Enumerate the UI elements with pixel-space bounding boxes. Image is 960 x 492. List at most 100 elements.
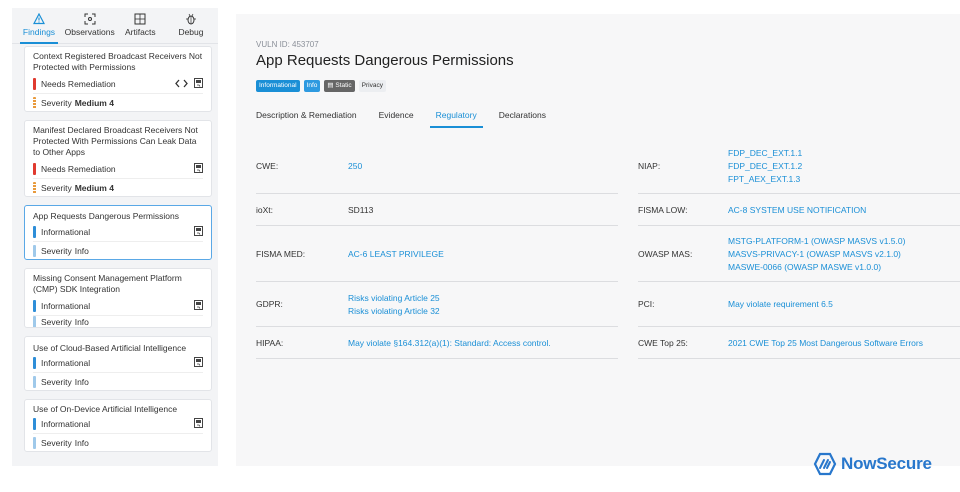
regulatory-values: 250 xyxy=(348,161,362,171)
finding-detail-panel: VULN ID: 453707 App Requests Dangerous P… xyxy=(236,14,960,466)
nowsecure-logo: NowSecure xyxy=(813,452,932,476)
nowsecure-logo-icon xyxy=(813,452,837,476)
regulatory-link[interactable]: May violate requirement 6.5 xyxy=(728,299,833,309)
severity-row: Severity Info xyxy=(33,372,203,390)
status-bar xyxy=(33,418,36,430)
severity-label: Severity xyxy=(41,97,72,108)
severity-bar xyxy=(33,181,36,194)
status-text: Informational xyxy=(41,358,91,368)
tab-findings[interactable]: Findings xyxy=(16,12,62,44)
regulatory-link[interactable]: AC-6 LEAST PRIVILEGE xyxy=(348,249,444,259)
vuln-id: VULN ID: 453707 xyxy=(256,40,319,49)
detail-tabs: Description & Remediation Evidence Regul… xyxy=(256,106,568,128)
warning-triangle-icon xyxy=(33,13,45,25)
finding-title: Missing Consent Management Platform (CMP… xyxy=(33,273,182,294)
row-actions xyxy=(194,300,203,310)
status-text: Needs Remediation xyxy=(41,79,116,89)
status-text: Informational xyxy=(41,419,91,429)
finding-card[interactable]: Use of On-Device Artificial Intelligence… xyxy=(24,399,212,452)
regulatory-label: OWASP MAS: xyxy=(638,248,693,259)
finding-card[interactable]: Context Registered Broadcast Receivers N… xyxy=(24,46,212,112)
tab-evidence[interactable]: Evidence xyxy=(379,106,414,128)
regulatory-label: HIPAA: xyxy=(256,337,284,348)
regulatory-label: FISMA MED: xyxy=(256,248,306,259)
finding-title: Use of On-Device Artificial Intelligence xyxy=(33,404,178,414)
status-text: Informational xyxy=(41,301,91,311)
row-actions xyxy=(194,163,203,173)
tab-observations[interactable]: Observations xyxy=(65,12,115,43)
tab-artifacts[interactable]: Artifacts xyxy=(117,12,163,43)
finding-card[interactable]: Missing Consent Management Platform (CMP… xyxy=(24,268,212,328)
regulatory-row-fisma-low: FISMA LOW: AC-8 SYSTEM USE NOTIFICATION xyxy=(638,194,960,226)
severity-row: Severity Info xyxy=(33,433,203,451)
regulatory-link[interactable]: Risks violating Article 32 xyxy=(348,306,440,316)
severity-label: Severity xyxy=(41,182,72,193)
regulatory-values: May violate §164.312(a)(1): Standard: Ac… xyxy=(348,338,551,348)
row-actions xyxy=(194,357,203,367)
regulatory-link[interactable]: Risks violating Article 25 xyxy=(348,293,440,303)
status-bar xyxy=(33,78,36,90)
logo-text: NowSecure xyxy=(841,454,932,473)
findings-sidebar: Findings Observations Artifacts Debug Co… xyxy=(12,8,218,466)
tab-label: Artifacts xyxy=(124,27,156,37)
regulatory-link[interactable]: FDP_DEC_EXT.1.1 xyxy=(728,148,802,158)
regulatory-values: May violate requirement 6.5 xyxy=(728,299,833,309)
severity-value: Info xyxy=(74,245,89,256)
severity-label: Severity xyxy=(41,376,72,387)
regulatory-link[interactable]: MASVS-PRIVACY-1 (OWASP MASVS v2.1.0) xyxy=(728,249,905,259)
severity-badge: Informational xyxy=(256,80,300,92)
severity-label: Severity xyxy=(41,316,72,327)
static-badge-label: Static xyxy=(335,82,352,89)
static-analysis-icon xyxy=(194,78,203,88)
status-bar xyxy=(33,163,36,175)
regulatory-label: FISMA LOW: xyxy=(638,204,688,215)
severity-value: Medium 4 xyxy=(74,97,114,108)
regulatory-link[interactable]: MASWE-0066 (OWASP MASWE v1.0.0) xyxy=(728,262,905,272)
severity-value: Info xyxy=(74,316,89,327)
finding-title: Use of Cloud-Based Artificial Intelligen… xyxy=(33,343,187,353)
regulatory-link[interactable]: AC-8 SYSTEM USE NOTIFICATION xyxy=(728,205,866,215)
severity-row: Severity Info xyxy=(33,315,203,327)
regulatory-values: MSTG-PLATFORM-1 (OWASP MASVS v1.5.0) MAS… xyxy=(728,236,905,272)
finding-card-selected[interactable]: App Requests Dangerous Permissions Infor… xyxy=(24,205,212,260)
regulatory-grid: CWE: 250 ioXt: SD113 FISMA MED: AC-6 LEA… xyxy=(256,138,960,359)
regulatory-link[interactable]: 250 xyxy=(348,161,362,171)
severity-value: Info xyxy=(74,376,89,387)
finding-card[interactable]: Manifest Declared Broadcast Receivers No… xyxy=(24,120,212,197)
regulatory-column-left: CWE: 250 ioXt: SD113 FISMA MED: AC-6 LEA… xyxy=(256,138,618,359)
finding-title: App Requests Dangerous Permissions xyxy=(33,211,179,221)
status-row: Informational xyxy=(33,297,203,315)
regulatory-link[interactable]: FPT_AEX_EXT.1.3 xyxy=(728,174,802,184)
severity-value: Info xyxy=(74,437,89,448)
tab-regulatory[interactable]: Regulatory xyxy=(429,106,483,128)
status-row: Needs Remediation xyxy=(33,160,203,178)
tab-debug[interactable]: Debug xyxy=(168,12,214,43)
tab-declarations[interactable]: Declarations xyxy=(499,106,546,128)
regulatory-values: SD113 xyxy=(348,205,373,215)
sidebar-tabs: Findings Observations Artifacts Debug xyxy=(12,8,218,44)
regulatory-row-gdpr: GDPR: Risks violating Article 25 Risks v… xyxy=(256,282,618,327)
severity-bar xyxy=(33,316,36,327)
regulatory-row-cwe-top-25: CWE Top 25: 2021 CWE Top 25 Most Dangero… xyxy=(638,327,960,359)
regulatory-row-owasp-mas: OWASP MAS: MSTG-PLATFORM-1 (OWASP MASVS … xyxy=(638,226,960,282)
code-icon[interactable] xyxy=(175,79,188,88)
status-row: Informational xyxy=(33,415,203,433)
row-actions xyxy=(194,226,203,236)
regulatory-label: PCI: xyxy=(638,299,655,309)
regulatory-label: CWE Top 25: xyxy=(638,337,688,348)
regulatory-row-ioxt: ioXt: SD113 xyxy=(256,194,618,226)
regulatory-link[interactable]: FDP_DEC_EXT.1.2 xyxy=(728,161,802,171)
regulatory-link[interactable]: May violate §164.312(a)(1): Standard: Ac… xyxy=(348,338,551,348)
privacy-badge: Privacy xyxy=(358,80,386,92)
page-title: App Requests Dangerous Permissions xyxy=(256,52,514,69)
regulatory-label: ioXt: xyxy=(256,204,274,215)
regulatory-row-cwe: CWE: 250 xyxy=(256,138,618,194)
status-row: Needs Remediation xyxy=(33,75,203,93)
regulatory-values: Risks violating Article 25 Risks violati… xyxy=(348,293,440,316)
tab-description-remediation[interactable]: Description & Remediation xyxy=(256,106,357,128)
regulatory-link[interactable]: MSTG-PLATFORM-1 (OWASP MASVS v1.5.0) xyxy=(728,236,905,246)
regulatory-link[interactable]: 2021 CWE Top 25 Most Dangerous Software … xyxy=(728,338,923,348)
regulatory-values: 2021 CWE Top 25 Most Dangerous Software … xyxy=(728,338,923,348)
finding-card[interactable]: Use of Cloud-Based Artificial Intelligen… xyxy=(24,336,212,391)
status-bar xyxy=(33,357,36,369)
